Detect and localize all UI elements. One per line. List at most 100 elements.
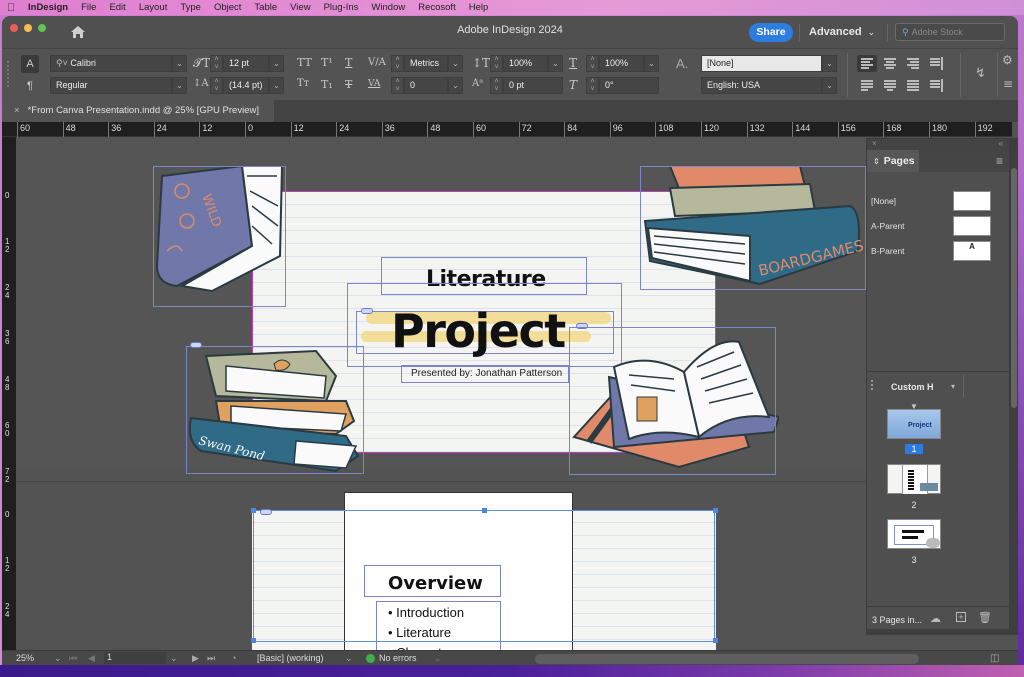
- link-icon[interactable]: [361, 308, 373, 314]
- superscript-icon[interactable]: T¹: [321, 56, 333, 69]
- page-dropdown-icon[interactable]: ⌄: [170, 653, 178, 664]
- font-style-field[interactable]: Regular: [50, 77, 172, 94]
- new-page-button[interactable]: +: [956, 612, 966, 622]
- parent-b[interactable]: B-Parent: [871, 246, 905, 256]
- underline-icon[interactable]: T: [345, 56, 352, 69]
- close-tab-icon[interactable]: ×: [14, 105, 20, 116]
- image-frame[interactable]: [569, 327, 776, 475]
- page-3-thumbnail[interactable]: [887, 519, 941, 549]
- document-tab[interactable]: × *From Canva Presentation.indd @ 25% [GP…: [2, 100, 274, 122]
- page-number-1[interactable]: 1: [905, 444, 923, 454]
- link-icon[interactable]: [260, 509, 272, 515]
- thumbnail-size-select[interactable]: Custom H: [891, 382, 934, 392]
- kerning-field[interactable]: Metrics: [404, 55, 448, 72]
- apple-menu-icon[interactable]: : [7, 2, 21, 14]
- baseline-shift-stepper[interactable]: ˄ ˅: [490, 77, 503, 94]
- font-size-stepper[interactable]: ˄ ˅: [210, 55, 223, 72]
- align-towards-spine-button[interactable]: [926, 55, 946, 72]
- font-size-field[interactable]: 12 pt: [223, 55, 269, 72]
- edit-page-size-icon[interactable]: ☁: [930, 612, 941, 625]
- kerning-stepper[interactable]: ˄ ˅: [391, 55, 404, 72]
- chevron-down-icon[interactable]: ⌄: [434, 653, 442, 664]
- font-size-dropdown[interactable]: ⌄: [269, 55, 284, 72]
- selection-handle[interactable]: [482, 508, 487, 513]
- menu-edit[interactable]: Edit: [109, 2, 125, 13]
- justify-all-button[interactable]: [903, 77, 923, 94]
- gear-icon[interactable]: ⚙: [1002, 53, 1013, 67]
- parent-none[interactable]: [None]: [871, 196, 896, 206]
- image-frame[interactable]: [153, 166, 286, 307]
- selection-handle[interactable]: [251, 638, 256, 643]
- strikethrough-icon[interactable]: T: [345, 78, 352, 91]
- split-view-icon[interactable]: ◫: [990, 653, 999, 664]
- chevron-down-icon[interactable]: ⌄: [345, 653, 353, 664]
- menu-recosoft[interactable]: Recosoft: [418, 2, 456, 13]
- character-style-field[interactable]: [None]: [701, 55, 822, 72]
- menu-type[interactable]: Type: [180, 2, 201, 13]
- title-project[interactable]: Project: [391, 304, 566, 358]
- leading-dropdown[interactable]: ⌄: [269, 77, 284, 94]
- image-frame[interactable]: [186, 346, 364, 474]
- page-number-2[interactable]: 2: [905, 500, 923, 510]
- zoom-level-field[interactable]: 25%: [16, 653, 34, 663]
- menu-window[interactable]: Window: [371, 2, 405, 13]
- menu-plugins[interactable]: Plug-Ins: [324, 2, 359, 13]
- font-family-dropdown[interactable]: ⌄: [172, 55, 187, 72]
- subscript-icon[interactable]: T₁: [321, 78, 333, 91]
- tracking-dropdown[interactable]: ⌄: [448, 77, 463, 94]
- preflight-profile[interactable]: [Basic] (working): [257, 653, 324, 663]
- last-page-icon[interactable]: ⏭: [207, 653, 215, 664]
- font-family-field[interactable]: ⚲˅ Calibri: [50, 55, 172, 72]
- horizontal-ruler[interactable]: 60 48 36 24 12 0 12 24 36 48 60 72 84 96 108 120 132 144 1…: [2, 122, 1012, 137]
- workspace-switcher[interactable]: Advanced ⌄: [809, 26, 875, 38]
- parent-a[interactable]: A-Parent: [871, 221, 905, 231]
- character-formatting-button[interactable]: A: [21, 55, 39, 73]
- menu-app[interactable]: InDesign: [28, 2, 68, 13]
- share-button[interactable]: Share: [749, 23, 793, 42]
- trash-icon[interactable]: 🗑: [978, 611, 992, 624]
- pages-tab[interactable]: ⇕ Pages: [867, 150, 919, 172]
- next-page-icon[interactable]: ▶: [192, 653, 199, 664]
- menu-table[interactable]: Table: [254, 2, 277, 13]
- align-left-button[interactable]: [857, 55, 877, 72]
- first-page-icon[interactable]: ⏮: [69, 653, 77, 664]
- justify-left-button[interactable]: [857, 77, 877, 94]
- panel-titlebar[interactable]: × «: [867, 139, 1009, 150]
- adobe-stock-search-input[interactable]: ⚲ Adobe Stock: [895, 23, 1005, 41]
- heading-overview[interactable]: Overview: [388, 573, 483, 594]
- close-panel-icon[interactable]: ×: [872, 139, 877, 148]
- chevron-down-icon[interactable]: ▾: [951, 382, 955, 391]
- panel-divider[interactable]: [867, 371, 1009, 372]
- align-right-button[interactable]: [903, 55, 923, 72]
- horizontal-scrollbar[interactable]: [535, 654, 919, 664]
- align-center-button[interactable]: [880, 55, 900, 72]
- leading-stepper[interactable]: ˄ ˅: [210, 77, 223, 94]
- quick-actions-icon[interactable]: ↯: [975, 66, 986, 81]
- baseline-shift-field[interactable]: 0 pt: [503, 77, 563, 94]
- language-field[interactable]: English: USA: [701, 77, 822, 94]
- link-icon[interactable]: [190, 342, 202, 348]
- leading-field[interactable]: (14.4 pt): [223, 77, 269, 94]
- menu-help[interactable]: Help: [469, 2, 489, 13]
- language-dropdown[interactable]: ⌄: [822, 77, 837, 94]
- horizontal-scale-field[interactable]: 100%: [599, 55, 644, 72]
- preflight-errors[interactable]: No errors: [379, 653, 417, 663]
- small-caps-icon[interactable]: Tᴛ: [297, 78, 309, 89]
- paragraph-formatting-button[interactable]: ¶: [21, 77, 39, 95]
- image-frame[interactable]: [640, 166, 866, 290]
- panel-menu-icon[interactable]: ≡: [996, 154, 1003, 168]
- page-2-thumbnail[interactable]: [887, 464, 941, 494]
- preflight-icon[interactable]: ◔: [231, 653, 236, 663]
- parent-a-thumbnail[interactable]: [953, 216, 991, 236]
- tracking-field[interactable]: 0: [404, 77, 448, 94]
- skew-field[interactable]: 0°: [599, 77, 659, 94]
- page-number-field[interactable]: 1: [104, 652, 166, 664]
- page-1-thumbnail[interactable]: Project: [887, 409, 941, 439]
- panel-menu-icon[interactable]: ≡: [1003, 77, 1013, 91]
- vertical-scale-stepper[interactable]: ˄ ˅: [490, 55, 503, 72]
- vertical-scroll-thumb[interactable]: [1011, 168, 1017, 408]
- panel-resize-handle[interactable]: [867, 629, 1009, 635]
- vertical-scrollbar[interactable]: [1010, 138, 1018, 635]
- previous-page-icon[interactable]: ◀: [88, 653, 95, 664]
- menu-object[interactable]: Object: [214, 2, 241, 13]
